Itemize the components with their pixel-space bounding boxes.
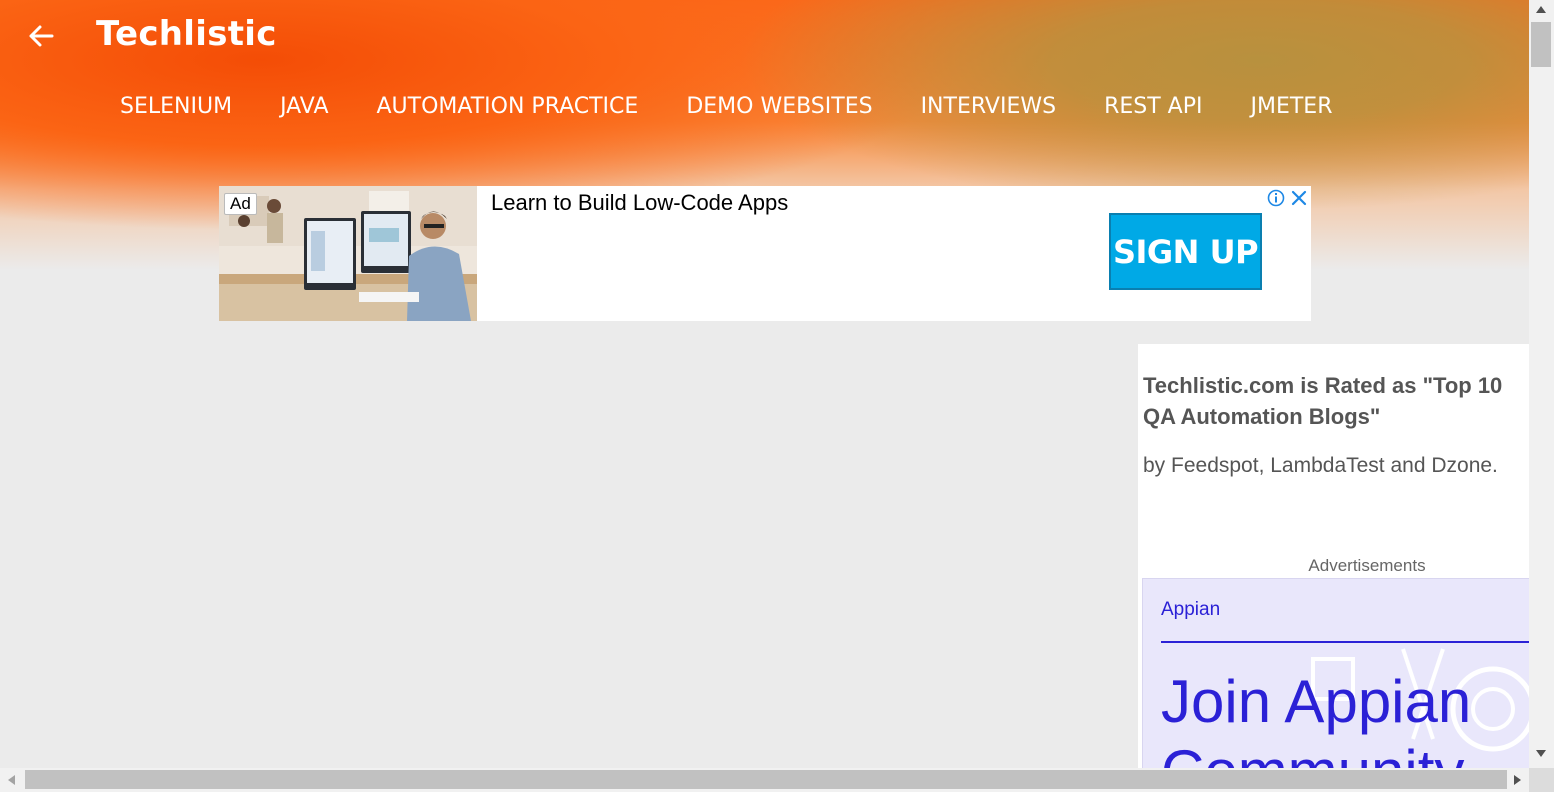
rating-byline: by Feedspot, LambdaTest and Dzone. bbox=[1143, 454, 1498, 477]
back-arrow-icon[interactable] bbox=[24, 18, 58, 54]
nav-item-selenium[interactable]: SELENIUM bbox=[120, 94, 232, 119]
nav-item-demo-websites[interactable]: DEMO WEBSITES bbox=[686, 94, 872, 119]
nav-item-automation-practice[interactable]: AUTOMATION PRACTICE bbox=[377, 94, 639, 119]
nav-item-rest-api[interactable]: REST API bbox=[1104, 94, 1202, 119]
site-brand[interactable]: Techlistic bbox=[96, 14, 277, 54]
appian-headline-line1: Join Appian bbox=[1161, 668, 1472, 735]
appian-headline: Join Appian Community bbox=[1161, 667, 1471, 768]
ad-office-photo[interactable] bbox=[219, 186, 477, 321]
info-icon[interactable] bbox=[1267, 189, 1285, 207]
nav-item-jmeter[interactable]: JMETER bbox=[1250, 94, 1332, 119]
sidebar: Techlistic.com is Rated as "Top 10 QA Au… bbox=[1138, 344, 1529, 768]
page: Techlistic SELENIUM JAVA AUTOMATION PRAC… bbox=[0, 0, 1529, 768]
ad-headline[interactable]: Learn to Build Low-Code Apps bbox=[491, 190, 788, 216]
scroll-down-arrow-icon[interactable] bbox=[1536, 750, 1546, 757]
vertical-scrollbar-thumb[interactable] bbox=[1531, 22, 1551, 67]
ad-banner[interactable]: Ad Learn to Build Low-Code Apps SIGN UP bbox=[219, 186, 1311, 321]
main-nav: SELENIUM JAVA AUTOMATION PRACTICE DEMO W… bbox=[120, 94, 1380, 119]
appian-divider bbox=[1161, 641, 1529, 643]
appian-headline-line2: Community bbox=[1161, 737, 1471, 768]
advertisements-label: Advertisements bbox=[1308, 556, 1426, 575]
ad-tag: Ad bbox=[224, 193, 257, 215]
scroll-right-arrow-icon[interactable] bbox=[1514, 775, 1521, 785]
appian-ad[interactable]: Appian Join Appian Community bbox=[1142, 578, 1529, 768]
rating-heading: Techlistic.com is Rated as "Top 10 QA Au… bbox=[1143, 373, 1503, 429]
close-icon[interactable] bbox=[1290, 189, 1308, 207]
scroll-left-arrow-icon[interactable] bbox=[8, 775, 15, 785]
vertical-scrollbar[interactable] bbox=[1529, 0, 1554, 768]
horizontal-scrollbar-thumb[interactable] bbox=[25, 770, 1507, 789]
nav-item-interviews[interactable]: INTERVIEWS bbox=[921, 94, 1057, 119]
nav-item-java[interactable]: JAVA bbox=[280, 94, 328, 119]
scrollbar-corner bbox=[1529, 768, 1554, 792]
ad-signup-button[interactable]: SIGN UP bbox=[1109, 213, 1262, 290]
scroll-up-arrow-icon[interactable] bbox=[1536, 6, 1546, 13]
appian-brand: Appian bbox=[1161, 599, 1221, 620]
